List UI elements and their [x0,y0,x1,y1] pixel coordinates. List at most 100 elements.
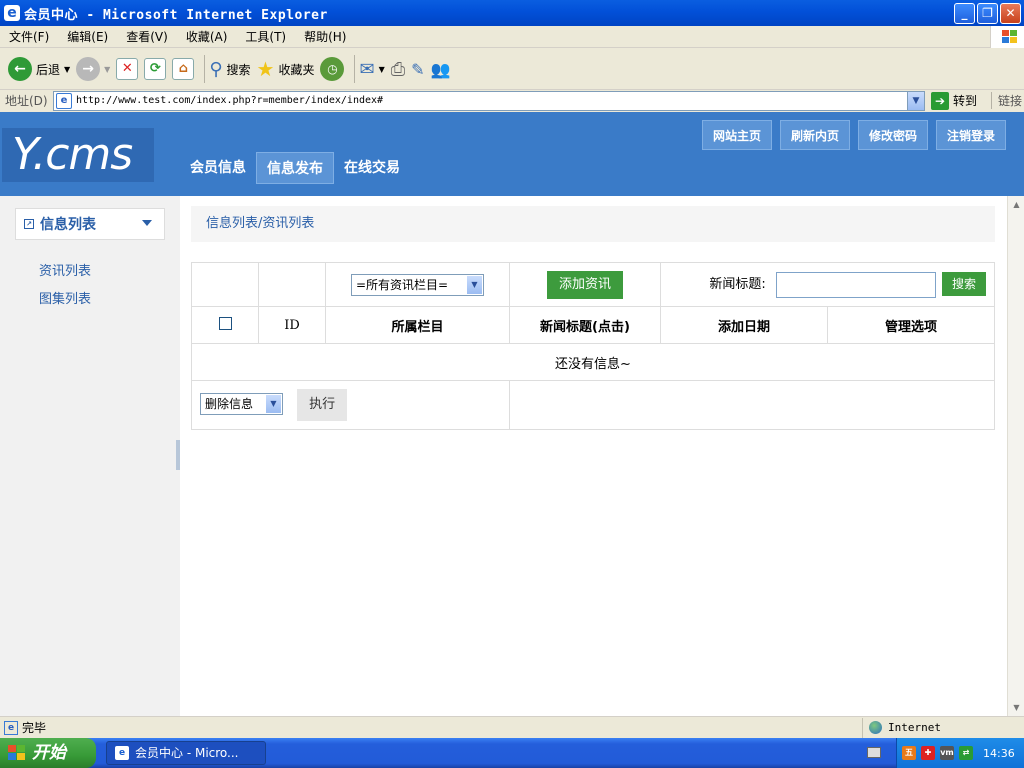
security-shield-icon[interactable]: ✚ [921,746,935,760]
security-zone[interactable]: Internet [862,717,941,738]
address-bar: 地址(D) e http://www.test.com/index.php?r=… [0,89,1024,111]
mail-button[interactable]: ✉ ▼ [359,59,384,80]
address-url[interactable]: http://www.test.com/index.php?r=member/i… [76,95,383,106]
scroll-down-icon[interactable]: ▼ [1008,699,1024,716]
search-button[interactable]: ⚲ 搜索 [209,59,250,80]
restore-button[interactable]: ❐ [977,3,998,24]
site-logo[interactable]: Y.cms [2,128,154,182]
back-button[interactable]: ← 后退 ▼ [8,57,70,81]
sidebar-heading[interactable]: ↗ 信息列表 [15,208,165,240]
table-cell [258,262,326,307]
menu-edit[interactable]: 编辑(E) [67,28,108,45]
nav-publish-info[interactable]: 信息发布 [256,152,334,184]
add-news-button[interactable]: 添加资讯 [546,270,623,299]
vmware-icon[interactable]: vm [940,746,954,760]
printer-icon: ⎙ [390,58,406,80]
stop-button[interactable]: ✕ [116,58,139,80]
site-home-button[interactable]: 网站主页 [701,120,772,150]
category-select[interactable]: =所有资讯栏目= ▼ [351,273,484,296]
input-method-icon[interactable]: 五 [902,746,916,760]
empty-message: 还没有信息~ [191,343,995,381]
messenger-button[interactable]: 👥 [431,60,451,79]
forward-button[interactable]: → ▼ [76,57,110,81]
edit-button[interactable]: ✎ [411,60,424,79]
table-cell: =所有资讯栏目= ▼ [325,262,510,307]
breadcrumb[interactable]: 信息列表/资讯列表 [191,206,995,242]
menu-tools[interactable]: 工具(T) [245,28,286,45]
keyboard-icon[interactable] [867,747,881,758]
chevron-down-icon[interactable]: ▼ [379,65,385,74]
page-icon: e [56,92,72,109]
stop-icon: ✕ [116,58,139,80]
close-button[interactable]: ✕ [1000,3,1021,24]
table-cell [191,306,259,344]
status-text: 完毕 [22,721,47,735]
globe-icon [869,721,882,734]
sidebar-heading-label: 信息列表 [40,217,96,233]
sidebar: ↗ 信息列表 资讯列表 图集列表 [0,196,180,716]
menu-file[interactable]: 文件(F) [9,28,49,45]
search-input[interactable] [775,271,936,298]
change-password-button[interactable]: 修改密码 [857,120,928,150]
search-submit-button[interactable]: 搜索 [941,272,986,296]
menu-view[interactable]: 查看(V) [126,28,168,45]
column-header-date: 添加日期 [660,306,828,344]
sidebar-item-gallery-list[interactable]: 图集列表 [39,288,91,307]
menu-favorites[interactable]: 收藏(A) [186,28,228,45]
status-bar: e 完毕 Internet [0,716,1024,738]
forward-arrow-icon: → [76,57,101,81]
refresh-page-button[interactable]: 刷新内页 [779,120,850,150]
main-content: 信息列表/资讯列表 =所有资讯栏目= ▼ 添加资讯 新闻标题: 搜索 ID 所属… [191,206,995,430]
start-button[interactable]: 开始 [0,738,96,768]
taskbar: 开始 e 会员中心 - Micro... 五 ✚ vm ⇄ 14:36 [0,738,1024,768]
sidebar-item-news-list[interactable]: 资讯列表 [39,260,91,279]
chevron-down-icon: ▼ [266,394,281,413]
menu-help[interactable]: 帮助(H) [304,28,346,45]
taskbar-item-label: 会员中心 - Micro... [135,746,239,760]
chevron-down-icon[interactable]: ▼ [907,91,924,110]
execute-button[interactable]: 执行 [297,389,348,421]
main-nav: 会员信息 信息发布 在线交易 [180,152,410,184]
batch-action-select[interactable]: 删除信息 ▼ [200,392,283,415]
menu-bar: 文件(F) 编辑(E) 查看(V) 收藏(A) 工具(T) 帮助(H) [0,26,1024,48]
site-header: Y.cms 会员信息 信息发布 在线交易 网站主页 刷新内页 修改密码 注销登录 [0,112,1024,196]
scroll-up-icon[interactable]: ▲ [1008,196,1024,213]
home-button[interactable]: ⌂ [172,58,195,80]
nav-online-trade[interactable]: 在线交易 [334,152,410,184]
news-table: =所有资讯栏目= ▼ 添加资讯 新闻标题: 搜索 ID 所属栏目 新闻标题(点击… [191,262,995,430]
ie-icon: e [115,746,129,760]
minimize-button[interactable]: _ [954,3,975,24]
table-footer-row: 删除信息 ▼ 执行 [191,380,995,430]
address-input[interactable]: e http://www.test.com/index.php?r=member… [53,90,925,111]
nav-member-info[interactable]: 会员信息 [180,152,256,184]
table-row: 还没有信息~ [191,343,995,381]
search-label: 搜索 [226,62,251,77]
taskbar-item-ie[interactable]: e 会员中心 - Micro... [106,741,266,765]
select-all-checkbox[interactable] [218,316,232,330]
links-button[interactable]: 链接 [991,92,1022,109]
messenger-icon: 👥 [430,59,451,79]
table-cell: 添加资讯 [509,262,661,307]
back-arrow-icon: ← [8,57,32,81]
page-viewport: Y.cms 会员信息 信息发布 在线交易 网站主页 刷新内页 修改密码 注销登录… [0,112,1024,716]
windows-flag-icon [8,745,26,761]
chevron-down-icon[interactable]: ▼ [104,65,110,74]
top-buttons: 网站主页 刷新内页 修改密码 注销登录 [701,120,1006,150]
network-icon[interactable]: ⇄ [959,746,973,760]
table-cell: 新闻标题: 搜索 [660,262,995,307]
favorites-button[interactable]: ★ 收藏夹 [257,57,315,81]
refresh-button[interactable]: ⟳ [144,58,167,80]
logout-button[interactable]: 注销登录 [935,120,1006,150]
print-button[interactable]: ⎙ [391,59,405,80]
vertical-scrollbar[interactable]: ▲ ▼ [1007,196,1024,716]
column-header-actions: 管理选项 [827,306,995,344]
sidebar-resize-handle[interactable] [176,440,180,470]
page-icon: e [4,720,18,735]
address-label: 地址(D) [5,94,48,108]
chevron-down-icon[interactable]: ▼ [64,65,70,74]
favorites-label: 收藏夹 [278,62,315,77]
go-button[interactable]: ➔ 转到 [931,91,977,110]
browser-toolbar: ← 后退 ▼ → ▼ ✕ ⟳ ⌂ ⚲ 搜索 ★ 收藏夹 ◷ ✉ ▼ ⎙ ✎ 👥 [0,49,1024,89]
history-button[interactable]: ◷ [320,57,345,81]
back-label: 后退 [36,62,61,77]
